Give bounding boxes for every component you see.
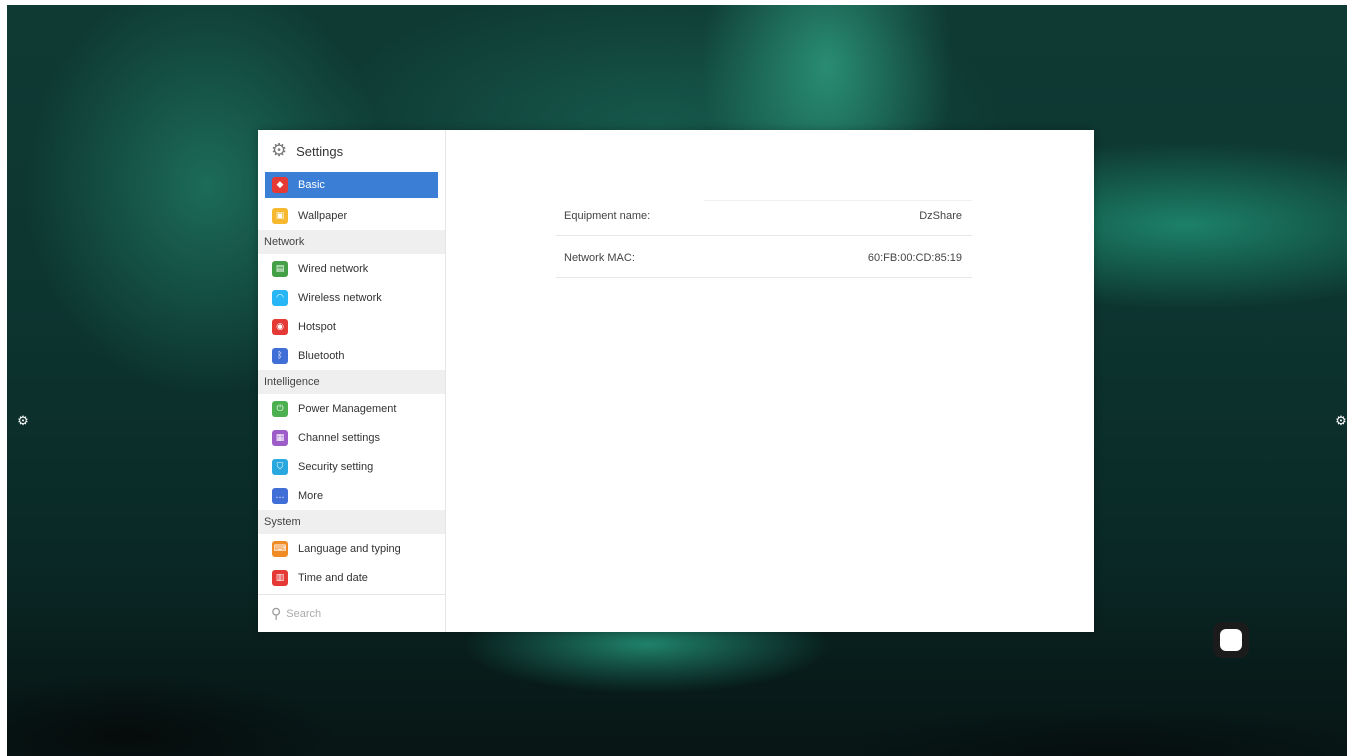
hotspot-icon: ◉: [272, 318, 288, 335]
settings-sidebar: ⚙ Settings ◆ Basic ▣ Wallpaper Network ▤ Wired…: [258, 130, 446, 632]
window-title: Settings: [296, 143, 344, 159]
sidebar-item-more[interactable]: … More: [258, 481, 445, 510]
sidebar-item-power-management[interactable]: ⏻ Power Management: [258, 394, 445, 423]
sidebar-item-wired-network[interactable]: ▤ Wired network: [258, 254, 445, 283]
gear-icon: ⚙: [271, 140, 288, 161]
sidebar-item-hotspot[interactable]: ◉ Hotspot: [258, 312, 445, 341]
equipment-name-label: Equipment name:: [564, 209, 651, 222]
sidebar-item-basic[interactable]: ◆ Basic: [265, 172, 438, 198]
sidebar-item-time-and-date[interactable]: ▥ Time and date: [258, 563, 445, 592]
right-edge-settings-handle[interactable]: ⚙: [1332, 401, 1347, 441]
network-mac-label: Network MAC:: [564, 251, 635, 264]
sidebar-item-label: Channel settings: [298, 431, 380, 444]
wifi-icon: ◠: [272, 289, 288, 306]
sidebar-item-label: More: [298, 489, 324, 502]
settings-window: ⚙ Settings ◆ Basic ▣ Wallpaper Network ▤ Wired…: [258, 130, 1094, 632]
sidebar-item-label: Time and date: [298, 571, 368, 584]
sidebar-item-label: Wired network: [298, 262, 369, 275]
sidebar-item-bluetooth[interactable]: ᛒ Bluetooth: [258, 341, 445, 370]
section-header-network: Network: [258, 230, 445, 254]
sidebar-item-label: Language and typing: [298, 542, 401, 555]
search-placeholder: Search: [286, 607, 322, 620]
sidebar-item-label: Wallpaper: [298, 209, 348, 222]
power-icon: ⏻: [272, 400, 288, 417]
basic-icon: ◆: [272, 177, 288, 193]
floating-menu-button[interactable]: [1213, 622, 1249, 658]
sidebar-item-language-and-typing[interactable]: ⌨ Language and typing: [258, 534, 445, 563]
sidebar-item-wireless-network[interactable]: ◠ Wireless network: [258, 283, 445, 312]
bluetooth-icon: ᛒ: [272, 347, 288, 364]
calendar-icon: ▥: [272, 569, 288, 586]
equipment-name-field-border: [704, 200, 972, 233]
search-icon: ⚲: [271, 605, 282, 622]
sidebar-header: ⚙ Settings: [258, 130, 445, 172]
sidebar-item-label: Security setting: [298, 460, 374, 473]
channel-icon: ▦: [272, 429, 288, 446]
sidebar-item-label: Basic: [298, 179, 325, 191]
sidebar-item-label: Power Management: [298, 402, 397, 415]
sidebar-item-security-setting[interactable]: ⛉ Security setting: [258, 452, 445, 481]
sidebar-list: ◆ Basic ▣ Wallpaper Network ▤ Wired network ◠ Wi…: [258, 172, 445, 592]
section-header-system: System: [258, 510, 445, 534]
right-settings-icon: ⚙: [1335, 413, 1347, 429]
network-mac-row: Network MAC: 60:FB:00:CD:85:19: [556, 238, 972, 278]
sidebar-item-label: Hotspot: [298, 320, 336, 333]
sidebar-item-channel-settings[interactable]: ▦ Channel settings: [258, 423, 445, 452]
network-mac-value: 60:FB:00:CD:85:19: [867, 251, 962, 264]
settings-content: Equipment name: DzShare Network MAC: 60:…: [446, 130, 1094, 632]
wired-network-icon: ▤: [272, 260, 288, 277]
left-settings-icon: ⚙: [17, 413, 29, 429]
section-header-intelligence: Intelligence: [258, 370, 445, 394]
left-edge-settings-handle[interactable]: ⚙: [14, 401, 32, 441]
search-bar[interactable]: ⚲ Search: [258, 594, 445, 632]
sidebar-item-wallpaper[interactable]: ▣ Wallpaper: [258, 201, 445, 230]
security-icon: ⛉: [272, 458, 288, 475]
more-icon: …: [272, 487, 288, 504]
square-icon: [1220, 629, 1242, 651]
equipment-name-row[interactable]: Equipment name: DzShare: [556, 196, 972, 236]
language-icon: ⌨: [272, 540, 288, 557]
wallpaper-icon: ▣: [272, 207, 288, 224]
sidebar-item-label: Wireless network: [298, 291, 382, 304]
sidebar-item-label: Bluetooth: [298, 349, 345, 362]
